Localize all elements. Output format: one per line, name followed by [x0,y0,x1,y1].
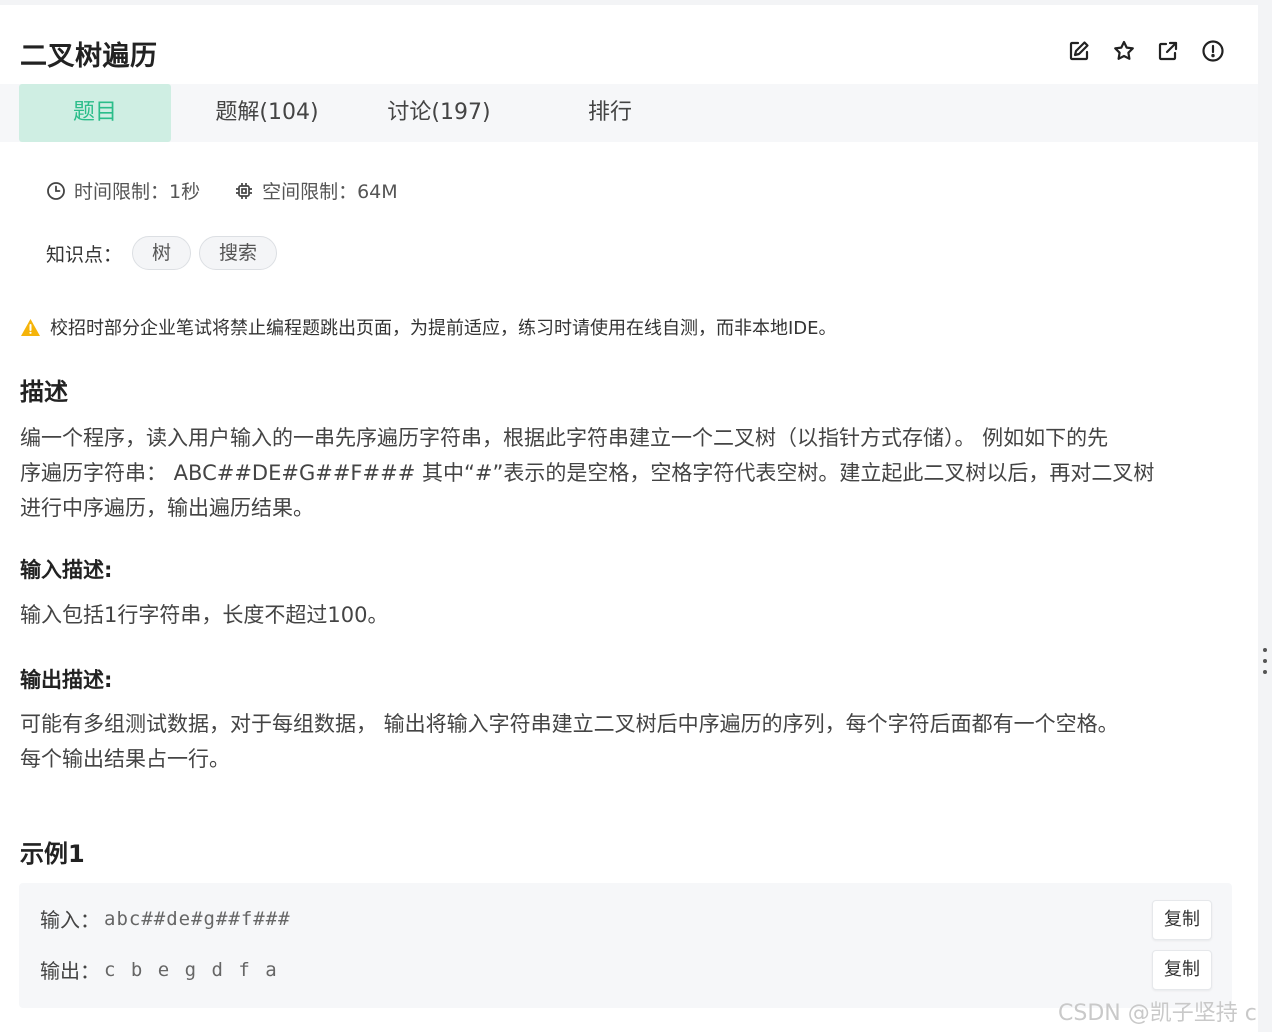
page-title: 二叉树遍历 [20,41,158,72]
example-output-label: 输出： [40,959,100,983]
chip-icon [236,182,253,199]
tag-search[interactable]: 搜索 [199,236,278,270]
watermark: CSDN @凯子坚持 c [1058,1001,1257,1026]
description-heading: 描述 [20,378,68,406]
description-line: 序遍历字符串： ABC##DE#G##F### 其中“#”表示的是空格，空格字符… [20,461,1155,485]
tab-discussion[interactable]: 讨论(197) [367,84,511,142]
example-heading: 示例1 [20,840,85,868]
time-limit: 时间限制：1秒 [46,177,200,204]
example-input: 输入： abc##de#g##f### [40,904,291,933]
description-line: 进行中序遍历，输出遍历结果。 [20,496,314,520]
space-limit: 空间限制：64M [234,177,398,204]
space-limit-text: 空间限制：64M [262,181,398,203]
input-desc-text: 输入包括1行字符串，长度不超过100。 [20,603,389,627]
example-input-value: abc##de#g##f### [104,907,291,930]
copy-output-button[interactable]: 复制 [1152,950,1212,990]
share-icon[interactable] [1155,38,1181,64]
input-desc-heading: 输入描述: [20,558,113,582]
tag-tree[interactable]: 树 [132,236,192,270]
example-input-label: 输入： [40,908,100,932]
knowledge-label: 知识点： [46,243,123,266]
warning-icon [21,318,40,336]
output-desc-line: 每个输出结果占一行。 [20,747,230,771]
problem-tabs: 题目 题解(104) 讨论(197) 排行 [0,84,1258,142]
example-output: 输出： c b e g d f a [40,955,279,984]
tab-problem[interactable]: 题目 [19,84,171,142]
panel-resize-handle[interactable] [1263,648,1269,678]
notice-banner: 校招时部分企业笔试将禁止编程题跳出页面，为提前适应，练习时请使用在线自测，而非本… [20,314,837,340]
tab-ranking[interactable]: 排行 [565,84,655,142]
output-desc-heading: 输出描述: [20,668,113,692]
description-text: 编一个程序，读入用户输入的一串先序遍历字符串，根据此字符串建立一个二叉树（以指针… [20,421,1235,526]
report-icon[interactable] [1200,38,1226,64]
tab-solutions[interactable]: 题解(104) [195,84,339,142]
star-icon[interactable] [1111,38,1137,64]
example-output-value: c b e g d f a [104,958,279,981]
knowledge-points: 知识点： 树 搜索 [46,236,278,270]
description-line: 编一个程序，读入用户输入的一串先序遍历字符串，根据此字符串建立一个二叉树（以指针… [20,426,1109,450]
notice-text: 校招时部分企业笔试将禁止编程题跳出页面，为提前适应，练习时请使用在线自测，而非本… [50,318,837,339]
edit-icon[interactable] [1066,38,1092,64]
limits-row: 时间限制：1秒 空间限制：64M [46,177,432,204]
output-desc-text: 可能有多组测试数据，对于每组数据， 输出将输入字符串建立二叉树后中序遍历的序列，… [20,707,1235,777]
clock-icon [47,181,65,200]
time-limit-text: 时间限制：1秒 [74,181,201,203]
output-desc-line: 可能有多组测试数据，对于每组数据， 输出将输入字符串建立二叉树后中序遍历的序列，… [20,712,1119,736]
example-box: 输入： abc##de#g##f### 复制 输出： c b e g d f a… [19,883,1232,1008]
copy-input-button[interactable]: 复制 [1152,900,1212,940]
